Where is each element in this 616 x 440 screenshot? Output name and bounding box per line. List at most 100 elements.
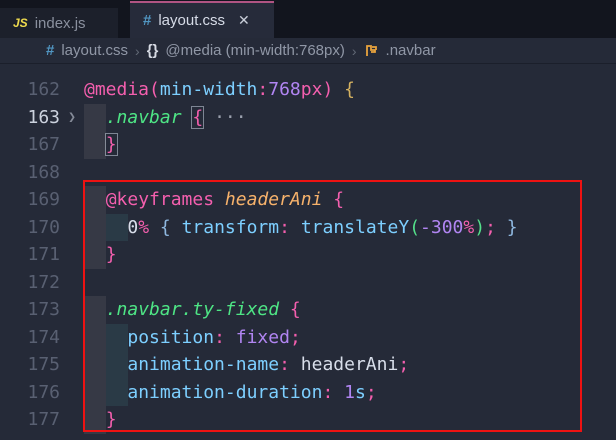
code-token: :	[214, 327, 225, 348]
css-file-icon: #	[143, 12, 151, 29]
gutter: 162	[0, 76, 84, 104]
code-line[interactable]: 173 .navbar.ty-fixed {	[0, 296, 616, 324]
gutter: 167	[0, 131, 84, 159]
code-area: 162 @media(min-width:768px) {163❯ .navbar…	[0, 76, 616, 434]
code-token	[290, 354, 301, 375]
code-content: @keyframes headerAni {	[84, 186, 616, 214]
fold-chevron-icon	[60, 131, 84, 159]
code-token: {	[192, 107, 203, 128]
fold-chevron-icon[interactable]: ❯	[60, 104, 84, 132]
gutter: 172	[0, 269, 84, 297]
code-token: @keyframes	[106, 189, 214, 210]
fold-chevron-icon	[60, 296, 84, 324]
code-token	[333, 382, 344, 403]
code-line[interactable]: 171 }	[0, 241, 616, 269]
code-content: @media(min-width:768px) {	[84, 76, 616, 104]
line-number: 168	[0, 159, 60, 187]
code-token	[279, 299, 290, 320]
code-content: }	[84, 131, 616, 159]
code-line[interactable]: 177 }	[0, 406, 616, 434]
code-line[interactable]: 172	[0, 269, 616, 297]
code-line[interactable]: 174 position: fixed;	[0, 324, 616, 352]
code-token: }	[106, 409, 117, 430]
gutter: 175	[0, 351, 84, 379]
code-token: }	[106, 134, 117, 155]
line-number: 162	[0, 76, 60, 104]
line-number: 172	[0, 269, 60, 297]
code-token: :	[279, 217, 290, 238]
fold-chevron-icon	[60, 159, 84, 187]
code-token: animation-name	[127, 354, 279, 375]
code-token: (	[409, 217, 420, 238]
code-token: :	[279, 354, 290, 375]
fold-chevron-icon	[60, 379, 84, 407]
code-line[interactable]: 176 animation-duration: 1s;	[0, 379, 616, 407]
code-token	[333, 79, 344, 100]
gutter: 177	[0, 406, 84, 434]
code-line[interactable]: 162 @media(min-width:768px) {	[0, 76, 616, 104]
code-token: s	[355, 382, 366, 403]
code-token: animation-duration	[127, 382, 322, 403]
code-token: :	[322, 382, 333, 403]
code-token	[214, 189, 225, 210]
vscode-window: JS index.js # layout.css ✕ # layout.css …	[0, 0, 616, 440]
fold-chevron-icon	[60, 406, 84, 434]
gutter: 176	[0, 379, 84, 407]
gutter: 163❯	[0, 104, 84, 132]
tab-label: index.js	[35, 15, 86, 32]
code-content: .navbar.ty-fixed {	[84, 296, 616, 324]
line-number: 171	[0, 241, 60, 269]
tab-bar: JS index.js # layout.css ✕	[0, 0, 616, 38]
code-line[interactable]: 163❯ .navbar { ···	[0, 104, 616, 132]
code-line[interactable]: 168	[0, 159, 616, 187]
indent-highlight	[106, 214, 128, 242]
code-line[interactable]: 170 0% { transform: translateY(-300%); }	[0, 214, 616, 242]
js-file-icon: JS	[13, 16, 28, 30]
indent-highlight	[84, 104, 106, 132]
code-token: .navbar.ty-fixed	[106, 299, 279, 320]
code-token: ;	[290, 327, 301, 348]
code-line[interactable]: 175 animation-name: headerAni;	[0, 351, 616, 379]
code-content: position: fixed;	[84, 324, 616, 352]
indent-highlight	[84, 406, 106, 434]
code-token: headerAni	[225, 189, 323, 210]
code-token: 1	[344, 382, 355, 403]
code-line[interactable]: 169 @keyframes headerAni {	[0, 186, 616, 214]
code-token: 0	[127, 217, 138, 238]
code-token: px	[301, 79, 323, 100]
indent-highlight	[84, 186, 106, 214]
code-token: fixed	[236, 327, 290, 348]
code-content	[84, 269, 616, 297]
tab-layout-css[interactable]: # layout.css ✕	[130, 1, 274, 38]
indent-highlight	[84, 351, 106, 379]
fold-chevron-icon	[60, 241, 84, 269]
code-token: ;	[398, 354, 409, 375]
close-icon[interactable]: ✕	[238, 12, 250, 29]
fold-chevron-icon	[60, 324, 84, 352]
tab-index-js[interactable]: JS index.js	[0, 8, 118, 38]
indent-highlight	[84, 241, 106, 269]
line-number: 169	[0, 186, 60, 214]
line-number: 177	[0, 406, 60, 434]
code-token: }	[507, 217, 518, 238]
breadcrumb-file[interactable]: layout.css	[61, 42, 128, 59]
code-token: %	[463, 217, 474, 238]
gutter: 169	[0, 186, 84, 214]
code-token: @media(	[84, 79, 160, 100]
gutter: 168	[0, 159, 84, 187]
code-line[interactable]: 167 }	[0, 131, 616, 159]
breadcrumb-rule[interactable]: .navbar	[386, 42, 436, 59]
code-token: ;	[485, 217, 496, 238]
fold-chevron-icon	[60, 186, 84, 214]
breadcrumb-media-query[interactable]: @media (min-width:768px)	[165, 42, 344, 59]
code-token: {	[344, 79, 355, 100]
code-token: position	[127, 327, 214, 348]
gutter: 174	[0, 324, 84, 352]
code-token	[225, 327, 236, 348]
code-content: animation-name: headerAni;	[84, 351, 616, 379]
code-token: translateY	[301, 217, 409, 238]
code-token: :	[257, 79, 268, 100]
code-content	[84, 159, 616, 187]
gutter: 173	[0, 296, 84, 324]
css-rule-symbol-icon	[364, 44, 379, 58]
